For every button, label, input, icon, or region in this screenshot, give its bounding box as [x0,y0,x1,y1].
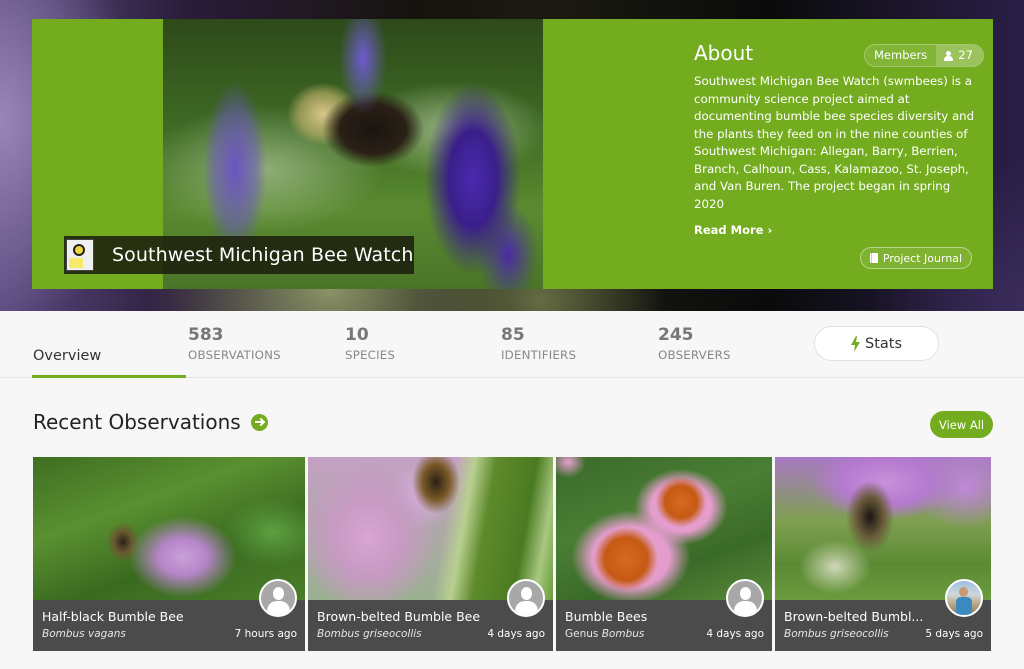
observation-taxon: Genus Bombus [565,628,644,640]
observation-card[interactable]: Bumble Bees Genus Bombus 4 days ago [556,457,772,651]
stat-label: IDENTIFIERS [501,348,577,362]
project-banner-background: Southwest Michigan Bee Watch About Membe… [0,0,1024,311]
default-user-icon-body [267,601,290,615]
arrow-circle-right-icon[interactable] [250,413,268,431]
default-user-icon [740,587,751,600]
about-panel: About Members 27 Southwest Michigan Bee … [694,41,984,238]
stat-observations[interactable]: 583 OBSERVATIONS [188,325,281,362]
stat-value: 10 [345,325,369,345]
stat-label: SPECIES [345,348,396,362]
default-user-icon [273,587,284,600]
active-tab-indicator [32,375,186,378]
observation-photo[interactable] [33,457,305,600]
observer-avatar[interactable] [945,579,983,617]
project-title-bar: Southwest Michigan Bee Watch [64,236,414,274]
observation-common-name[interactable]: Half-black Bumble Bee [42,609,184,624]
members-count-badge: 27 [936,45,983,66]
observation-time: 4 days ago [706,628,764,640]
stat-label: OBSERVATIONS [188,348,281,362]
members-label: Members [865,45,937,66]
recent-observations-title: Recent Observations [33,410,241,434]
stat-value: 245 [658,325,694,345]
stat-value: 85 [501,325,525,345]
book-icon [869,253,878,263]
observation-taxon: Bombus vagans [42,628,126,640]
observation-scientific-name: Bombus [601,628,645,640]
observation-photo[interactable] [308,457,553,600]
observation-scientific-name: Bombus vagans [42,628,126,640]
recent-observations-heading[interactable]: Recent Observations [33,410,268,434]
user-icon [944,50,954,61]
observation-common-name[interactable]: Brown-belted Bumble Bee [317,609,480,624]
stat-species[interactable]: 10 SPECIES [345,325,395,362]
default-user-icon [521,587,532,600]
default-user-icon-body [515,601,538,615]
observer-avatar[interactable] [507,579,545,617]
project-journal-label: Project Journal [882,251,963,265]
observation-time: 7 hours ago [234,628,297,640]
project-header: Southwest Michigan Bee Watch About Membe… [32,19,993,289]
lightning-bolt-icon [850,335,860,352]
stats-button[interactable]: Stats [814,326,939,361]
project-title: Southwest Michigan Bee Watch [112,244,414,266]
observer-avatar[interactable] [259,579,297,617]
project-stats-bar: Overview 583 OBSERVATIONS 10 SPECIES 85 … [0,311,1024,378]
tab-overview[interactable]: Overview [32,311,186,378]
user-photo-body [956,597,972,615]
stat-value: 583 [188,325,224,345]
observation-taxon: Bombus griseocollis [317,628,422,640]
taxon-rank: Genus [565,628,602,640]
observation-common-name[interactable]: Brown-belted Bumbl... [784,609,923,624]
default-user-icon-body [734,601,757,615]
observation-card[interactable]: Brown-belted Bumble Bee Bombus griseocol… [308,457,553,651]
observation-scientific-name: Bombus griseocollis [317,628,422,640]
observation-time: 5 days ago [925,628,983,640]
about-description: Southwest Michigan Bee Watch (swmbees) i… [694,74,975,211]
observation-time: 4 days ago [487,628,545,640]
read-more-link[interactable]: Read More › [694,223,772,237]
observation-scientific-name: Bombus griseocollis [784,628,889,640]
members-button[interactable]: Members 27 [864,44,984,67]
stat-label: OBSERVERS [658,348,731,362]
stat-observers[interactable]: 245 OBSERVERS [658,325,731,362]
observation-card[interactable]: Brown-belted Bumbl... Bombus griseocolli… [775,457,991,651]
members-count: 27 [958,48,973,62]
observation-taxon: Bombus griseocollis [784,628,889,640]
observation-card[interactable]: Half-black Bumble Bee Bombus vagans 7 ho… [33,457,305,651]
project-logo-icon[interactable] [66,239,94,271]
tab-overview-label: Overview [33,348,102,364]
stat-identifiers[interactable]: 85 IDENTIFIERS [501,325,576,362]
user-photo-icon [959,587,968,597]
view-all-button[interactable]: View All [930,411,993,438]
observer-avatar[interactable] [726,579,764,617]
project-journal-button[interactable]: Project Journal [860,247,972,269]
observation-common-name[interactable]: Bumble Bees [565,609,647,624]
stats-button-label: Stats [864,335,902,352]
